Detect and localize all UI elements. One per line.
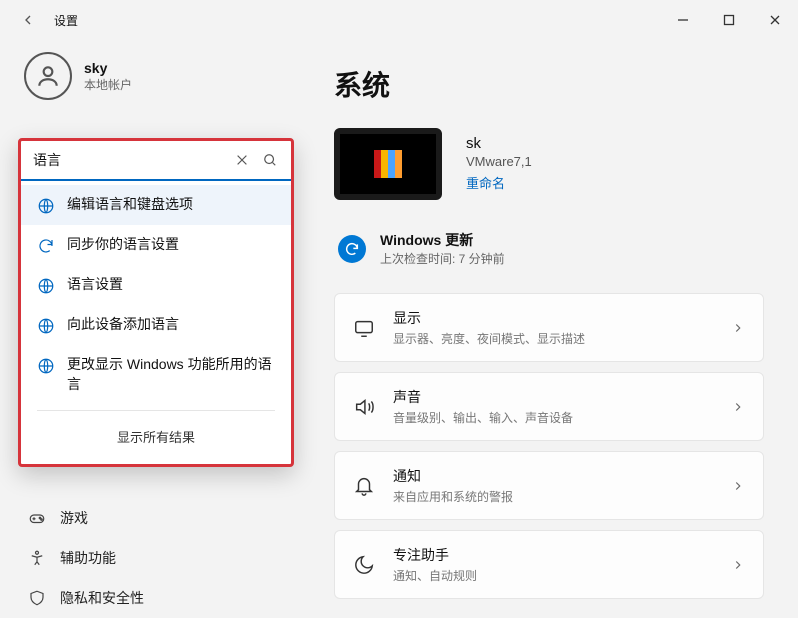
card-display[interactable]: 显示 显示器、亮度、夜间模式、显示描述 bbox=[334, 293, 764, 362]
suggestion-label: 同步你的语言设置 bbox=[67, 235, 179, 255]
accessibility-icon bbox=[28, 549, 46, 567]
device-name: sk bbox=[466, 135, 532, 152]
card-sub: 通知、自动规则 bbox=[393, 567, 713, 584]
nav-item-gaming[interactable]: 游戏 bbox=[14, 498, 298, 538]
update-sub: 上次检查时间: 7 分钟前 bbox=[380, 250, 505, 267]
avatar-icon bbox=[24, 52, 72, 100]
moon-icon bbox=[353, 554, 375, 576]
nav-label: 隐私和安全性 bbox=[60, 588, 144, 608]
account-block[interactable]: sky 本地帐户 bbox=[14, 44, 298, 118]
card-focus-assist[interactable]: 专注助手 通知、自动规则 bbox=[334, 530, 764, 599]
chevron-right-icon bbox=[731, 558, 745, 572]
suggestion-item-2[interactable]: 语言设置 bbox=[21, 265, 291, 305]
account-name: sky bbox=[84, 60, 132, 76]
card-title: 声音 bbox=[393, 387, 713, 407]
update-title: Windows 更新 bbox=[380, 230, 505, 250]
suggestion-item-1[interactable]: 同步你的语言设置 bbox=[21, 225, 291, 265]
maximize-button[interactable] bbox=[706, 0, 752, 40]
globe-icon bbox=[37, 317, 55, 335]
minimize-button[interactable] bbox=[660, 0, 706, 40]
chevron-right-icon bbox=[731, 479, 745, 493]
card-notifications[interactable]: 通知 来自应用和系统的警报 bbox=[334, 451, 764, 520]
suggestion-item-4[interactable]: 更改显示 Windows 功能所用的语言 bbox=[21, 345, 291, 404]
update-icon bbox=[338, 235, 366, 263]
chevron-right-icon bbox=[731, 400, 745, 414]
nav-label: 游戏 bbox=[60, 508, 88, 528]
card-title: 专注助手 bbox=[393, 545, 713, 565]
globe-icon bbox=[37, 197, 55, 215]
suggestion-label: 语言设置 bbox=[67, 275, 123, 295]
search-suggestions-panel: 编辑语言和键盘选项 同步你的语言设置 语言设置 向此设备添加语言 更改显示 Wi… bbox=[18, 138, 294, 467]
suggestion-label: 向此设备添加语言 bbox=[67, 315, 179, 335]
show-all-results[interactable]: 显示所有结果 bbox=[21, 417, 291, 452]
windows-update-row[interactable]: Windows 更新 上次检查时间: 7 分钟前 bbox=[334, 222, 764, 275]
card-title: 通知 bbox=[393, 466, 713, 486]
suggestion-item-0[interactable]: 编辑语言和键盘选项 bbox=[21, 185, 291, 225]
gamepad-icon bbox=[28, 509, 46, 527]
suggestion-label: 更改显示 Windows 功能所用的语言 bbox=[67, 355, 275, 394]
bell-icon bbox=[353, 475, 375, 497]
account-type: 本地帐户 bbox=[84, 76, 132, 93]
card-sub: 来自应用和系统的警报 bbox=[393, 488, 713, 505]
card-sub: 音量级别、输出、输入、声音设备 bbox=[393, 409, 713, 426]
globe-icon bbox=[37, 277, 55, 295]
globe-icon bbox=[37, 357, 55, 375]
nav-label: 辅助功能 bbox=[60, 548, 116, 568]
card-sound[interactable]: 声音 音量级别、输出、输入、声音设备 bbox=[334, 372, 764, 441]
close-button[interactable] bbox=[752, 0, 798, 40]
clear-icon[interactable] bbox=[233, 151, 251, 169]
chevron-right-icon bbox=[731, 321, 745, 335]
device-model: VMware7,1 bbox=[466, 154, 532, 169]
back-button[interactable] bbox=[16, 8, 40, 32]
rename-link[interactable]: 重命名 bbox=[466, 173, 505, 192]
card-title: 显示 bbox=[393, 308, 713, 328]
sound-icon bbox=[353, 396, 375, 418]
page-title: 系统 bbox=[334, 64, 764, 104]
nav-item-accessibility[interactable]: 辅助功能 bbox=[14, 538, 298, 578]
search-input[interactable] bbox=[33, 152, 223, 168]
sync-icon bbox=[37, 237, 55, 255]
app-title: 设置 bbox=[54, 12, 78, 29]
device-thumbnail bbox=[334, 128, 442, 200]
suggestion-item-3[interactable]: 向此设备添加语言 bbox=[21, 305, 291, 345]
divider bbox=[37, 410, 275, 411]
search-icon[interactable] bbox=[261, 151, 279, 169]
display-icon bbox=[353, 317, 375, 339]
nav-item-privacy[interactable]: 隐私和安全性 bbox=[14, 578, 298, 618]
suggestion-label: 编辑语言和键盘选项 bbox=[67, 195, 193, 215]
device-info: sk VMware7,1 重命名 bbox=[334, 128, 764, 200]
shield-icon bbox=[28, 589, 46, 607]
card-sub: 显示器、亮度、夜间模式、显示描述 bbox=[393, 330, 713, 347]
